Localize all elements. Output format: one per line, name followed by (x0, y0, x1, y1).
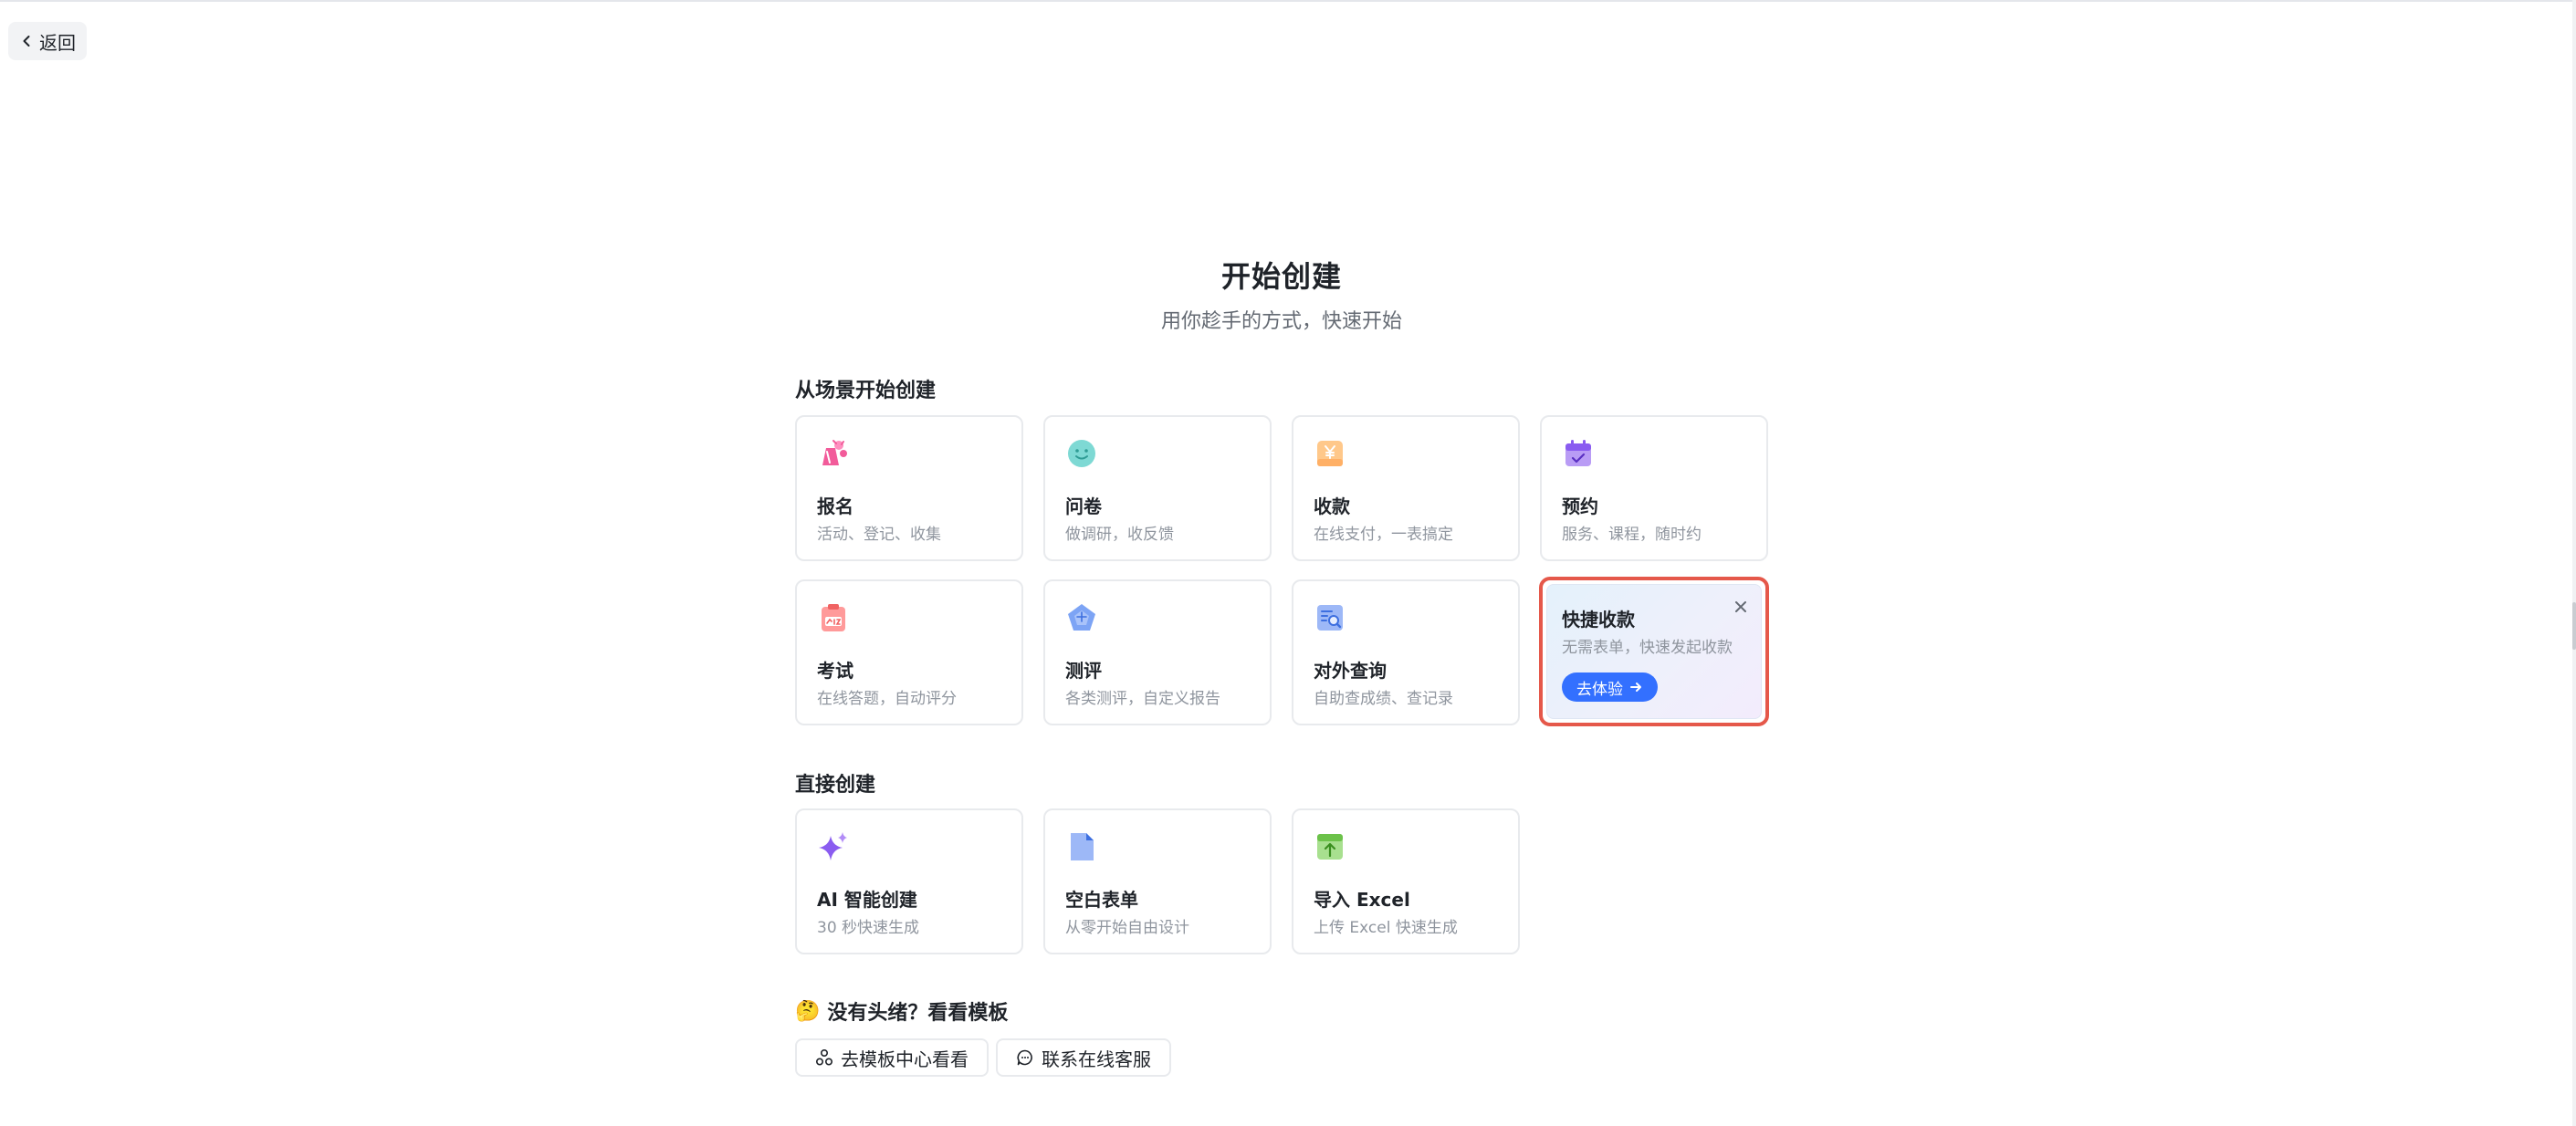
templates-title-text: 没有头绪？看看模板 (827, 1002, 1009, 1025)
card-desc: 在线答题，自动评分 (817, 690, 957, 708)
card-title: 对外查询 (1314, 660, 1387, 682)
page-subtitle: 用你趁手的方式，快速开始 (1160, 310, 1402, 333)
try-it-label: 去体验 (1576, 680, 1623, 699)
quick-payment-promo[interactable]: 快捷收款 无需表单，快速发起收款 去体验 (1539, 577, 1769, 726)
exam-score-icon (817, 601, 850, 634)
pentagon-icon (1065, 601, 1098, 634)
back-label: 返回 (39, 31, 76, 54)
card-desc: 各类测评，自定义报告 (1065, 690, 1220, 708)
card-desc: 从零开始自由设计 (1065, 919, 1189, 937)
close-icon[interactable] (1732, 598, 1750, 616)
yuan-icon (1314, 437, 1346, 470)
arrow-right-icon (1630, 683, 1641, 692)
chevron-left-icon (23, 36, 30, 47)
scrollbar-thumb[interactable] (2572, 602, 2576, 650)
card-registration[interactable]: 报名 活动、登记、收集 (795, 415, 1023, 561)
card-payment[interactable]: 收款 在线支付，一表搞定 (1292, 415, 1520, 561)
promo-title: 快捷收款 (1562, 609, 1635, 631)
card-survey[interactable]: 问卷 做调研，收反馈 (1043, 415, 1272, 561)
contact-support-label: 联系在线客服 (1042, 1048, 1151, 1070)
smiley-icon (1065, 437, 1098, 470)
section-title-direct: 直接创建 (795, 774, 876, 797)
card-desc: 服务、课程，随时约 (1562, 526, 1702, 544)
promo-card[interactable]: 快捷收款 无需表单，快速发起收款 去体验 (1546, 584, 1762, 719)
card-blank-form[interactable]: 空白表单 从零开始自由设计 (1043, 808, 1272, 954)
card-desc: 30 秒快速生成 (817, 919, 920, 937)
card-title: 空白表单 (1065, 889, 1138, 911)
section-title-templates: 🤔 没有头绪？看看模板 (795, 996, 1008, 1026)
contact-support-button[interactable]: 联系在线客服 (996, 1038, 1171, 1077)
template-center-button[interactable]: 去模板中心看看 (795, 1038, 989, 1077)
template-shapes-icon (815, 1048, 833, 1066)
try-it-button[interactable]: 去体验 (1562, 672, 1658, 702)
blank-document-icon (1065, 830, 1098, 863)
card-ai-create[interactable]: AI 智能创建 30 秒快速生成 (795, 808, 1023, 954)
card-title: 问卷 (1065, 495, 1102, 517)
card-title: 预约 (1562, 495, 1598, 517)
card-desc: 做调研，收反馈 (1065, 526, 1174, 544)
card-desc: 活动、登记、收集 (817, 526, 941, 544)
card-appointment[interactable]: 预约 服务、课程，随时约 (1540, 415, 1768, 561)
card-title: AI 智能创建 (817, 889, 917, 911)
calendar-icon (1562, 437, 1595, 470)
thinking-emoji-icon: 🤔 (795, 999, 821, 1023)
top-border (0, 0, 2576, 2)
registration-icon (817, 437, 850, 470)
card-desc: 上传 Excel 快速生成 (1314, 919, 1458, 937)
back-button[interactable]: 返回 (8, 22, 87, 60)
promo-desc: 无需表单，快速发起收款 (1562, 639, 1733, 657)
card-desc: 自助查成绩、查记录 (1314, 690, 1453, 708)
upload-excel-icon (1314, 830, 1346, 863)
section-title-scene: 从场景开始创建 (795, 380, 937, 402)
card-title: 收款 (1314, 495, 1350, 517)
card-exam[interactable]: 考试 在线答题，自动评分 (795, 579, 1023, 725)
card-public-query[interactable]: 对外查询 自助查成绩、查记录 (1292, 579, 1520, 725)
search-document-icon (1314, 601, 1346, 634)
sparkle-icon (817, 830, 850, 863)
chat-bubble-icon (1017, 1049, 1032, 1066)
card-title: 导入 Excel (1314, 889, 1410, 911)
template-center-label: 去模板中心看看 (841, 1048, 969, 1070)
card-import-excel[interactable]: 导入 Excel 上传 Excel 快速生成 (1292, 808, 1520, 954)
card-title: 考试 (817, 660, 853, 682)
card-title: 测评 (1065, 660, 1102, 682)
card-desc: 在线支付，一表搞定 (1314, 526, 1453, 544)
card-assessment[interactable]: 测评 各类测评，自定义报告 (1043, 579, 1272, 725)
scrollbar-track[interactable] (2572, 0, 2576, 1126)
card-title: 报名 (817, 495, 853, 517)
page-title: 开始创建 (1220, 259, 1342, 294)
